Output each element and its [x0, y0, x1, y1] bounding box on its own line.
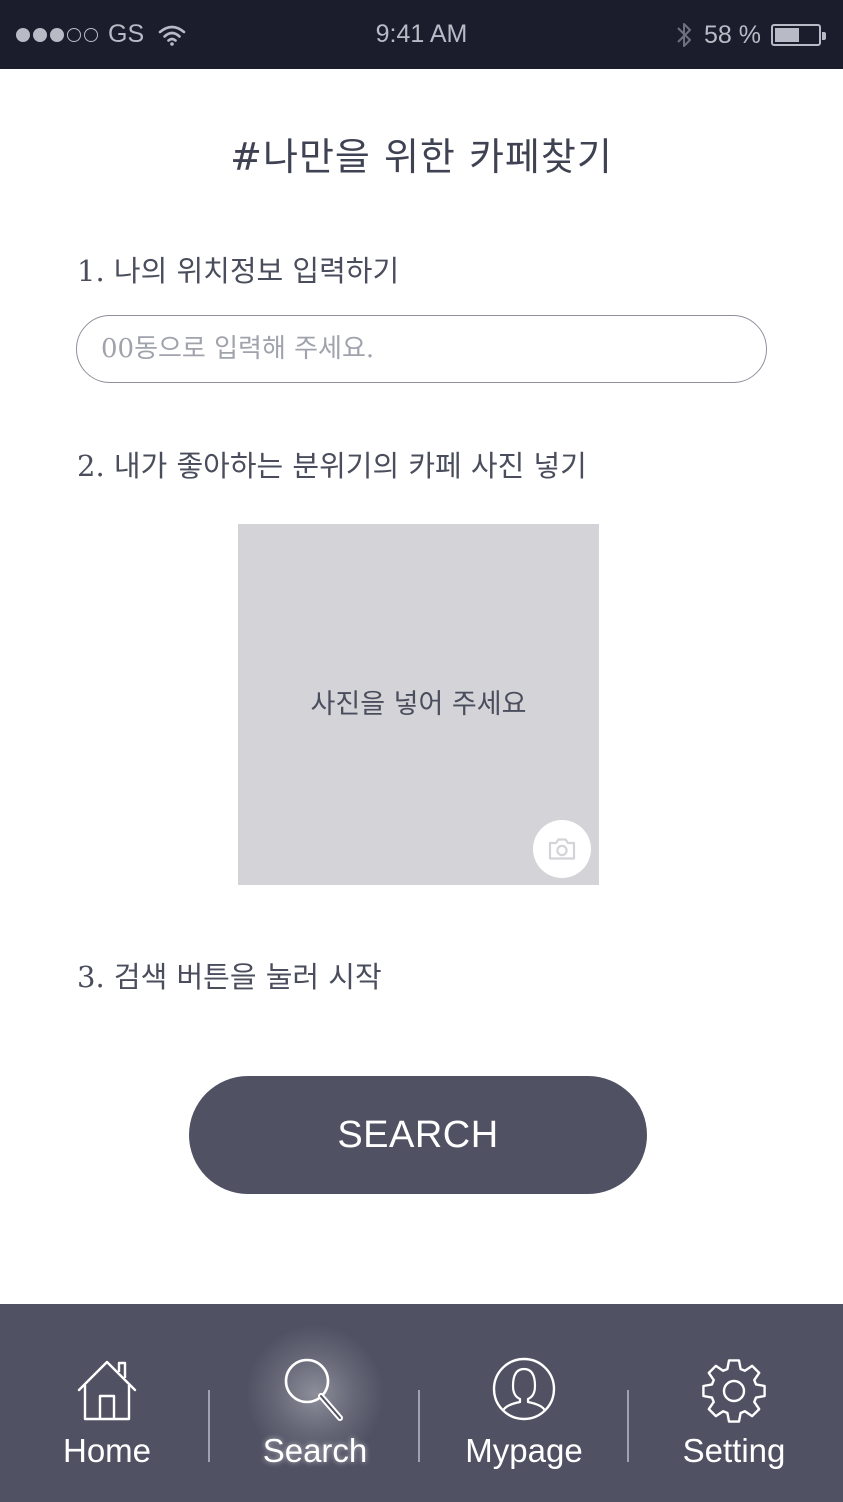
tab-search[interactable]: Search: [210, 1304, 420, 1502]
search-icon: [284, 1358, 343, 1421]
battery-percent: 58 %: [704, 20, 761, 49]
tab-home[interactable]: Home: [2, 1304, 212, 1502]
tab-home-label: Home: [62, 1432, 152, 1469]
page-title: #나만을 위한 카페찾기: [230, 135, 613, 179]
tab-setting[interactable]: Setting: [629, 1304, 839, 1502]
user-icon: [492, 1357, 556, 1421]
photo-upload-area[interactable]: 사진을 넣어 주세요: [238, 524, 599, 885]
status-right: 58 %: [674, 20, 826, 50]
step3-label: 3. 검색 버튼을 눌러 시작: [77, 960, 382, 994]
step2-label: 2. 내가 좋아하는 분위기의 카페 사진 넣기: [77, 449, 587, 483]
status-bar: GS 9:41 AM 58 %: [0, 0, 843, 69]
bluetooth-icon: [677, 23, 692, 47]
search-button[interactable]: SEARCH: [189, 1076, 647, 1194]
tab-setting-label: Setting: [682, 1432, 786, 1469]
camera-icon: [548, 838, 576, 860]
battery-icon: [771, 24, 826, 46]
photo-prompt: 사진을 넣어 주세요: [310, 689, 527, 720]
tab-bar: Home Search Mypage Setting: [0, 1304, 843, 1502]
home-icon: [77, 1360, 137, 1421]
location-input[interactable]: [76, 315, 767, 383]
camera-button[interactable]: [533, 820, 591, 878]
step1-label: 1. 나의 위치정보 입력하기: [77, 254, 400, 288]
gear-icon: [702, 1359, 766, 1423]
tab-search-label: Search: [262, 1432, 368, 1469]
tab-mypage[interactable]: Mypage: [419, 1304, 629, 1502]
tab-mypage-label: Mypage: [465, 1432, 583, 1469]
